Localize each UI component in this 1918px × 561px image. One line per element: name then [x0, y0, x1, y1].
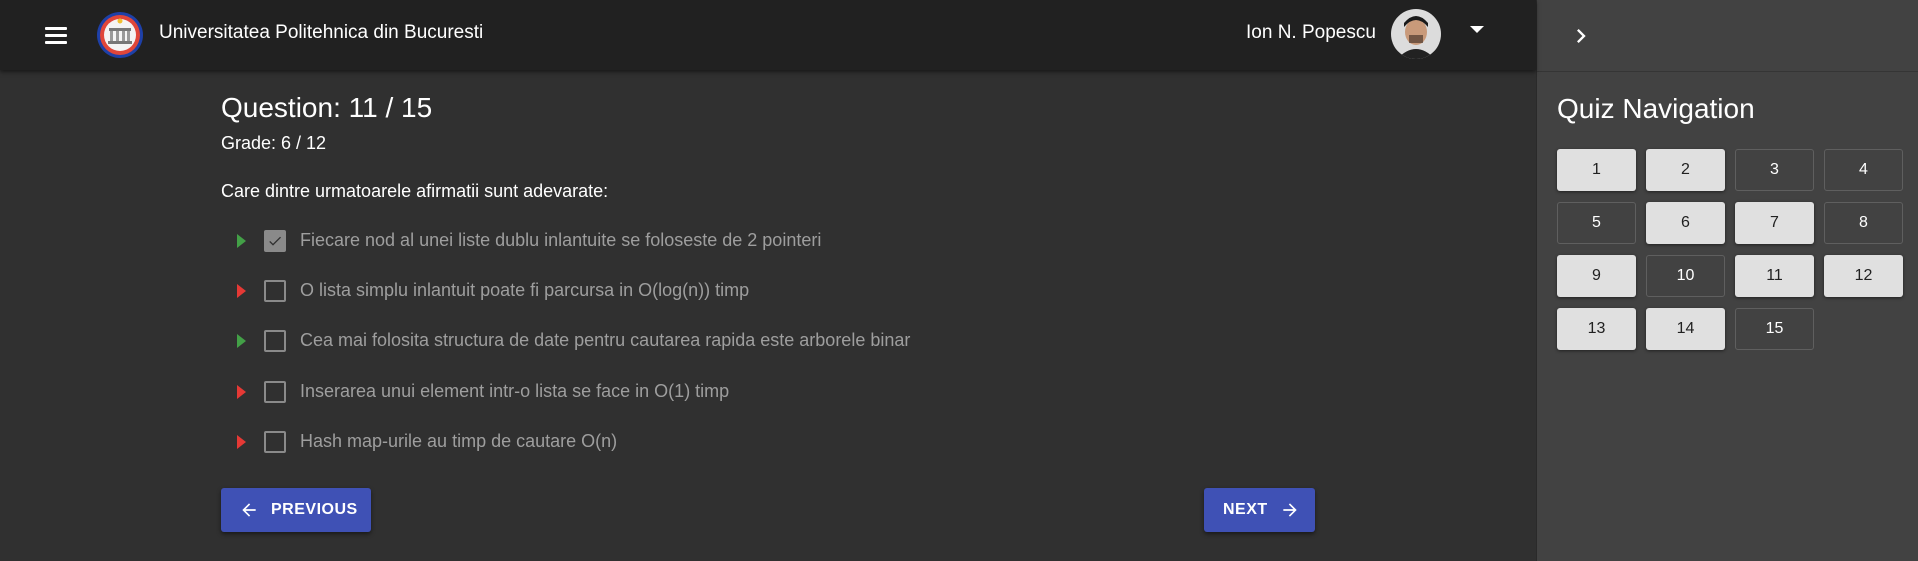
correct-marker-icon	[237, 234, 246, 248]
question-nav-button[interactable]: 3	[1735, 149, 1814, 191]
next-button-label: NEXT	[1223, 501, 1268, 518]
sidebar-header	[1537, 0, 1918, 72]
question-grade: Grade: 6 / 12	[221, 133, 327, 153]
question-nav-button[interactable]: 14	[1646, 308, 1725, 350]
correct-marker-icon	[237, 334, 246, 348]
answer-label: Fiecare nod al unei liste dublu inlantui…	[300, 230, 822, 250]
arrow-drop-down-icon[interactable]	[1470, 26, 1484, 33]
question-nav-button[interactable]: 7	[1735, 202, 1814, 244]
previous-button-label: PREVIOUS	[271, 501, 358, 518]
question-nav-button[interactable]: 11	[1735, 255, 1814, 297]
question-title: Question: 11 / 15	[221, 92, 433, 123]
answer-checkbox[interactable]	[264, 330, 286, 352]
answer-label: Cea mai folosita structura de date pentr…	[300, 330, 911, 350]
answer-option: Hash map-urile au timp de cautare O(n)	[237, 427, 997, 457]
wrong-marker-icon	[237, 284, 246, 298]
next-button[interactable]: NEXT	[1204, 488, 1315, 532]
question-prompt: Care dintre urmatoarele afirmatii sunt a…	[221, 181, 609, 201]
university-logo	[96, 11, 144, 59]
question-nav-button[interactable]: 8	[1824, 202, 1903, 244]
question-nav-button[interactable]: 6	[1646, 202, 1725, 244]
menu-icon[interactable]	[40, 19, 72, 51]
answer-option: Fiecare nod al unei liste dublu inlantui…	[237, 226, 997, 256]
question-nav-button[interactable]: 12	[1824, 255, 1903, 297]
quiz-main: Question: 11 / 15 Grade: 6 / 12 Care din…	[0, 70, 1536, 561]
answer-option: Inserarea unui element intr-o lista se f…	[237, 377, 997, 407]
answer-option: O lista simplu inlantuit poate fi parcur…	[237, 276, 997, 306]
question-nav-button[interactable]: 5	[1557, 202, 1636, 244]
app-title: Universitatea Politehnica din Bucuresti	[159, 22, 484, 43]
question-nav-button[interactable]: 1	[1557, 149, 1636, 191]
question-nav-button[interactable]: 4	[1824, 149, 1903, 191]
chevron-right-icon[interactable]	[1567, 22, 1595, 50]
arrow-left-icon	[242, 503, 256, 517]
question-nav-button[interactable]: 10	[1646, 255, 1725, 297]
avatar[interactable]	[1391, 9, 1441, 59]
question-nav-button[interactable]: 15	[1735, 308, 1814, 350]
answer-checkbox[interactable]	[264, 230, 286, 252]
answer-checkbox[interactable]	[264, 431, 286, 453]
question-nav-button[interactable]: 9	[1557, 255, 1636, 297]
wrong-marker-icon	[237, 435, 246, 449]
arrow-right-icon	[1283, 503, 1297, 517]
answer-checkbox[interactable]	[264, 280, 286, 302]
question-nav-button[interactable]: 13	[1557, 308, 1636, 350]
answer-label: Hash map-urile au timp de cautare O(n)	[300, 431, 618, 451]
quiz-navigation-title: Quiz Navigation	[1557, 93, 1755, 124]
user-name[interactable]: Ion N. Popescu	[1246, 22, 1376, 44]
answer-label: Inserarea unui element intr-o lista se f…	[300, 381, 730, 401]
quiz-navigation-panel: Quiz Navigation 1 2 3 4 5 6 7 8 9 10 11 12 13 14 15	[1536, 0, 1918, 561]
answer-label: O lista simplu inlantuit poate fi parcur…	[300, 280, 750, 300]
answer-checkbox[interactable]	[264, 381, 286, 403]
previous-button[interactable]: PREVIOUS	[221, 488, 371, 532]
question-nav-button[interactable]: 2	[1646, 149, 1725, 191]
answer-option: Cea mai folosita structura de date pentr…	[237, 326, 997, 356]
wrong-marker-icon	[237, 385, 246, 399]
app-bar: Universitatea Politehnica din Bucuresti …	[0, 0, 1536, 70]
